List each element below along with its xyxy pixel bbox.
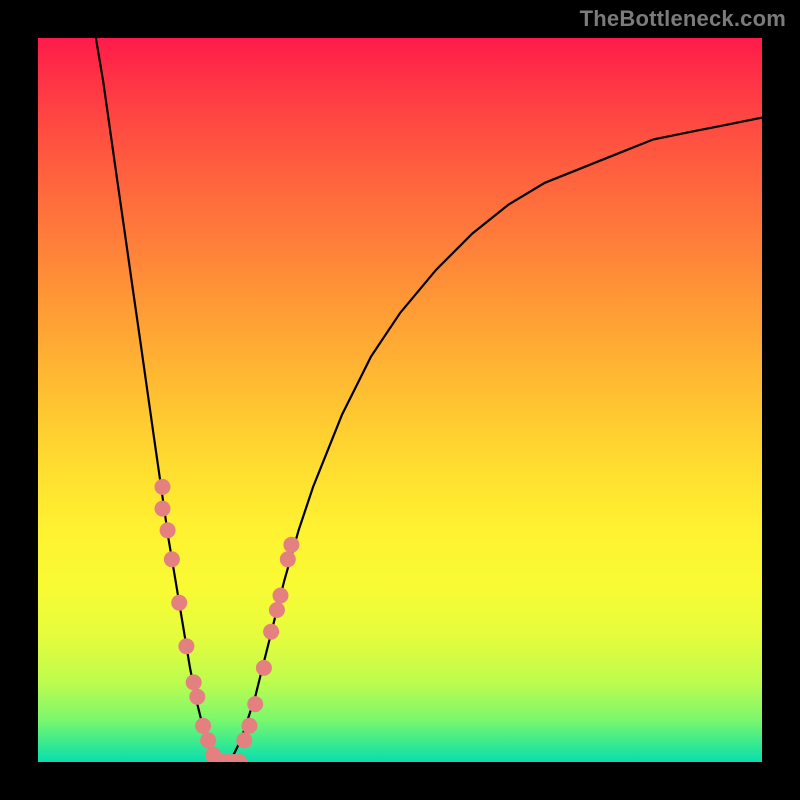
data-point-marker <box>263 624 279 640</box>
plot-area <box>38 38 762 762</box>
bottleneck-curve <box>96 38 762 762</box>
data-point-marker <box>241 718 257 734</box>
data-point-marker <box>200 732 216 748</box>
data-point-marker <box>155 479 171 495</box>
data-point-marker <box>256 660 272 676</box>
data-point-marker <box>236 732 252 748</box>
data-point-marker <box>178 638 194 654</box>
data-point-marker <box>164 551 180 567</box>
data-point-marker <box>269 602 285 618</box>
data-point-marker <box>273 588 289 604</box>
chart-container: TheBottleneck.com <box>0 0 800 800</box>
marker-group <box>155 479 300 762</box>
watermark-text: TheBottleneck.com <box>580 6 786 32</box>
curve-svg <box>38 38 762 762</box>
data-point-marker <box>247 696 263 712</box>
data-point-marker <box>195 718 211 734</box>
data-point-marker <box>155 501 171 517</box>
data-point-marker <box>189 689 205 705</box>
data-point-marker <box>186 674 202 690</box>
data-point-marker <box>283 537 299 553</box>
data-point-marker <box>171 595 187 611</box>
data-point-marker <box>160 522 176 538</box>
data-point-marker <box>280 551 296 567</box>
